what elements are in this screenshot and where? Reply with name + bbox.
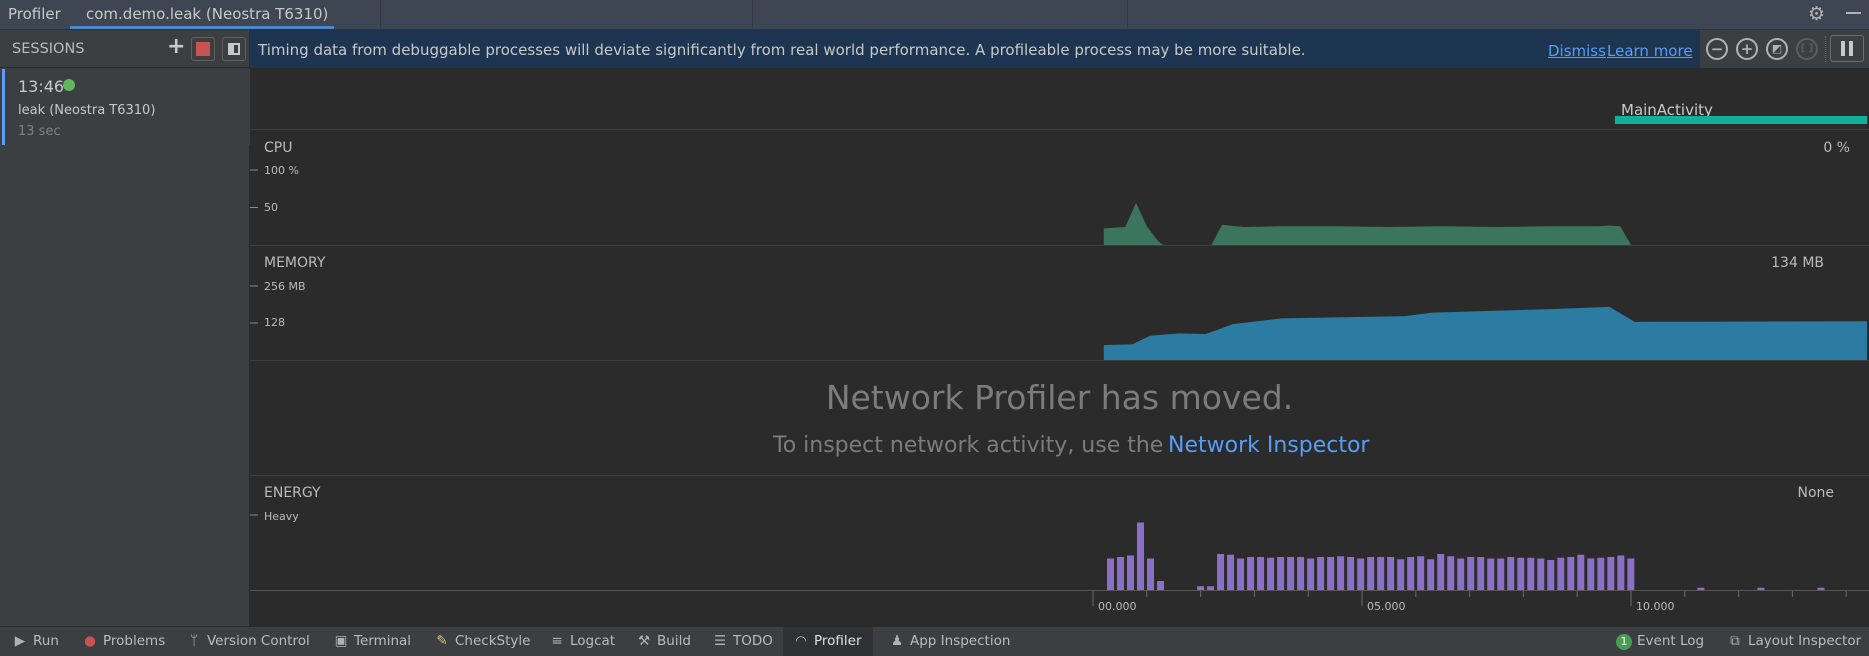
energy-bar: [1217, 554, 1225, 590]
energy-bar: [1197, 586, 1205, 590]
energy-bar: [1577, 554, 1585, 590]
energy-bar: [1447, 556, 1455, 590]
pencil-icon: ✎: [436, 633, 448, 649]
energy-bar: [1467, 557, 1475, 590]
energy-bar: [1127, 555, 1135, 590]
hammer-icon: ⚒: [637, 633, 651, 649]
tool-event-log[interactable]: 1 Event Log: [1616, 626, 1704, 656]
energy-bar: [1497, 558, 1505, 590]
energy-bar: [1417, 556, 1425, 590]
energy-bar: [1377, 557, 1385, 590]
energy-bar: [1407, 557, 1415, 590]
energy-bar: [1317, 557, 1325, 590]
energy-bar: [1307, 558, 1315, 590]
time-axis-label: 05.000: [1367, 600, 1406, 613]
memory-area: [1103, 306, 1867, 360]
energy-bar: [1527, 557, 1535, 590]
energy-bar: [1347, 557, 1355, 590]
energy-bar: [1247, 557, 1255, 590]
energy-bar: [1477, 557, 1485, 590]
list-icon: ☰: [713, 633, 727, 649]
energy-bar: [1487, 558, 1495, 590]
run-icon: ▶: [14, 633, 26, 649]
energy-bar: [1207, 586, 1215, 590]
layout-inspector-icon: ⧉: [1730, 633, 1740, 649]
energy-bar: [1517, 557, 1525, 590]
energy-bar: [1297, 557, 1305, 590]
energy-bar: [1757, 587, 1765, 590]
energy-bar: [1157, 581, 1165, 590]
energy-bar: [1457, 558, 1465, 590]
tool-run[interactable]: ▶ Run: [12, 626, 59, 656]
tool-profiler[interactable]: ◠ Profiler: [793, 626, 861, 656]
energy-bar: [1287, 557, 1295, 590]
branch-icon: ᛘ: [189, 633, 199, 649]
tool-checkstyle[interactable]: ✎ CheckStyle: [434, 626, 530, 656]
energy-bar: [1337, 556, 1345, 590]
energy-bar: [1397, 559, 1405, 590]
profiler-timeline[interactable]: [0, 0, 1869, 656]
energy-bar: [1106, 558, 1114, 590]
energy-bar: [1387, 557, 1395, 590]
energy-bar: [1116, 557, 1124, 590]
energy-bar: [1697, 587, 1705, 590]
energy-bar: [1427, 559, 1435, 590]
activity-bar: [1614, 116, 1867, 124]
tool-app-inspection[interactable]: ♟ App Inspection: [889, 626, 1010, 656]
time-axis-label: 10.000: [1636, 600, 1675, 613]
energy-bar: [1277, 557, 1285, 590]
energy-bar: [1437, 554, 1445, 590]
energy-bar: [1817, 587, 1825, 590]
profiler-icon: ◠: [795, 633, 807, 649]
tool-terminal[interactable]: ▣ Terminal: [333, 626, 411, 656]
event-count-badge: 1: [1616, 634, 1632, 650]
energy-bar: [1357, 558, 1365, 590]
tool-build[interactable]: ⚒ Build: [636, 626, 691, 656]
energy-bar: [1587, 558, 1595, 590]
terminal-icon: ▣: [334, 633, 348, 649]
energy-bar: [1557, 557, 1565, 590]
energy-bar: [1137, 522, 1145, 590]
time-axis-label: 00.000: [1098, 600, 1137, 613]
energy-bar: [1617, 555, 1625, 590]
problems-icon: ●: [84, 633, 96, 649]
energy-bar: [1537, 558, 1545, 590]
tool-logcat[interactable]: ≡ Logcat: [549, 626, 615, 656]
tool-version-control[interactable]: ᛘ Version Control: [186, 626, 310, 656]
energy-bar: [1257, 557, 1265, 590]
energy-bar: [1147, 558, 1155, 590]
energy-bar: [1547, 560, 1555, 590]
energy-bar: [1327, 557, 1335, 590]
energy-bar: [1267, 557, 1275, 590]
energy-bar: [1607, 557, 1615, 590]
app-inspection-icon: ♟: [890, 633, 904, 649]
tool-todo[interactable]: ☰ TODO: [712, 626, 773, 656]
energy-bar: [1227, 554, 1235, 590]
energy-bar: [1597, 557, 1605, 590]
energy-bar: [1507, 557, 1515, 590]
energy-bar: [1627, 558, 1635, 590]
logcat-icon: ≡: [551, 633, 563, 649]
energy-bar: [1567, 557, 1575, 590]
cpu-area: [1103, 203, 1631, 245]
energy-bar: [1237, 558, 1245, 590]
tool-layout-inspector[interactable]: ⧉ Layout Inspector: [1727, 626, 1861, 656]
tool-problems[interactable]: ● Problems: [82, 626, 165, 656]
energy-bar: [1367, 557, 1375, 590]
